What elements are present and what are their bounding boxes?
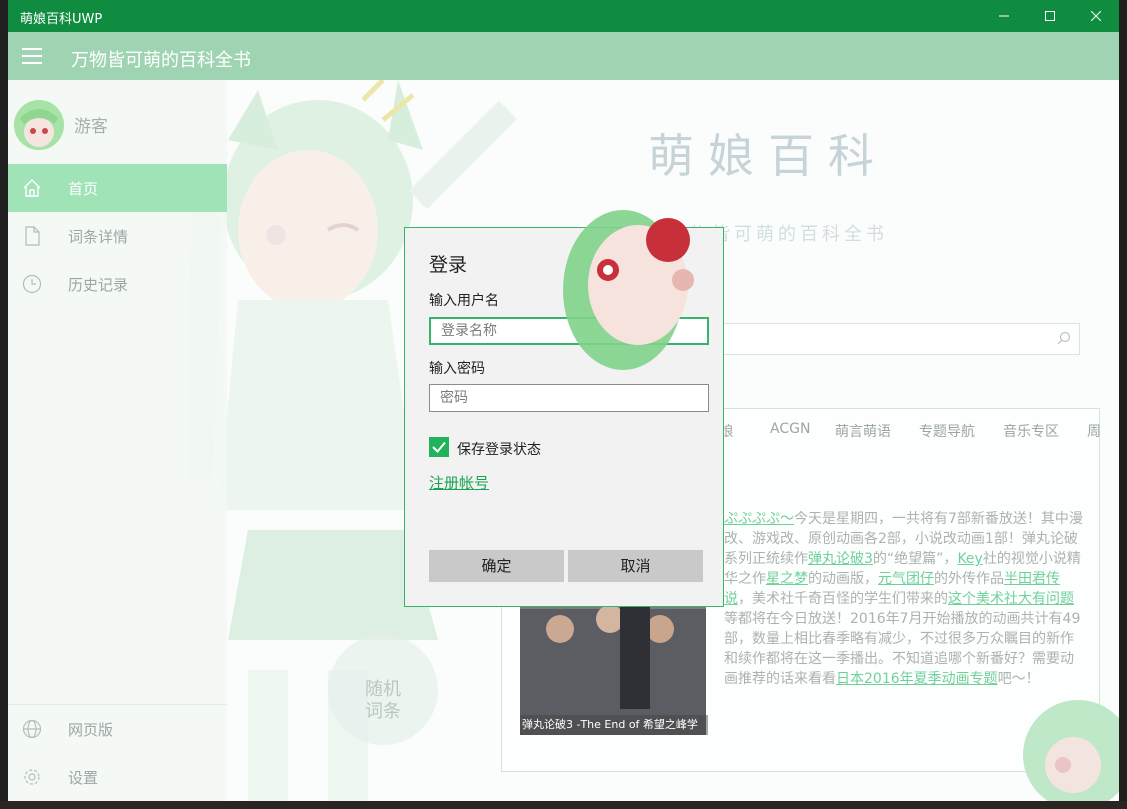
confirm-button[interactable]: 确定 bbox=[429, 550, 564, 582]
register-link[interactable]: 注册帐号 bbox=[429, 472, 489, 493]
dialog-mascot-illustration bbox=[563, 210, 694, 370]
tab-music[interactable]: 音乐专区 bbox=[1003, 421, 1059, 441]
username-label: 输入用户名 bbox=[429, 293, 499, 309]
app-window: 萌娘百科UWP 万物皆可萌的百科全书 萌娘百科 万物皆可萌的百科全书 ACGN … bbox=[8, 0, 1119, 801]
desktop-background-strip bbox=[0, 801, 1127, 809]
clock-icon bbox=[22, 274, 42, 294]
avatar-image bbox=[14, 100, 64, 150]
tab-weekly[interactable]: 周 bbox=[1087, 421, 1101, 441]
search-icon[interactable] bbox=[1057, 331, 1071, 345]
search-input[interactable] bbox=[708, 323, 1080, 355]
tab-topic-nav[interactable]: 专题导航 bbox=[919, 421, 975, 441]
news-link[interactable]: 弹丸论破3 bbox=[808, 551, 873, 567]
remember-login-label: 保存登录状态 bbox=[457, 442, 541, 458]
document-icon bbox=[25, 226, 40, 246]
sidebar-item-label: 历史记录 bbox=[68, 276, 129, 294]
header-title: 万物皆可萌的百科全书 bbox=[71, 50, 251, 71]
home-icon bbox=[23, 179, 41, 197]
news-link[interactable]: 日本2016年夏季动画专题 bbox=[836, 671, 998, 687]
sidebar-item-label: 网页版 bbox=[68, 721, 114, 739]
app-header: 万物皆可萌的百科全书 bbox=[8, 32, 1119, 80]
corner-mascot-illustration bbox=[1023, 700, 1119, 801]
globe-icon bbox=[22, 719, 42, 739]
sidebar-item-web-version[interactable]: 网页版 bbox=[8, 705, 227, 753]
gear-icon bbox=[24, 769, 40, 785]
maximize-button[interactable] bbox=[1027, 0, 1073, 32]
sidebar-item-label: 词条详情 bbox=[68, 228, 129, 246]
random-entry-line2: 词条 bbox=[365, 701, 401, 722]
close-button[interactable] bbox=[1073, 0, 1119, 32]
sidebar-item-label: 设置 bbox=[68, 769, 99, 787]
sidebar-item-home[interactable]: 首页 bbox=[8, 164, 227, 212]
password-label: 输入密码 bbox=[429, 361, 485, 377]
hamburger-menu-icon[interactable] bbox=[22, 48, 42, 64]
user-avatar[interactable] bbox=[14, 100, 64, 150]
news-link[interactable]: 这个美术社大有问题 bbox=[948, 591, 1074, 607]
dialog-title: 登录 bbox=[429, 254, 468, 276]
tab-acgn[interactable]: ACGN bbox=[770, 421, 810, 437]
username[interactable]: 游客 bbox=[74, 112, 108, 137]
title-bar[interactable]: 萌娘百科UWP bbox=[8, 0, 1119, 32]
news-text: ぷぷぷぷ～今天是星期四，一共将有7部新番放送！其中漫改、游戏改、原创动画各2部，… bbox=[724, 511, 1083, 687]
sidebar-item-entry-details[interactable]: 词条详情 bbox=[8, 212, 227, 260]
news-link[interactable]: 元气团仔 bbox=[878, 571, 934, 587]
thumbnail-caption: 弹丸论破3 -The End of 希望之峰学 bbox=[520, 715, 708, 735]
sidebar-item-label: 首页 bbox=[68, 180, 99, 198]
minimize-button[interactable] bbox=[981, 0, 1027, 32]
news-link[interactable]: ぷぷぷぷ～ bbox=[724, 511, 794, 527]
news-link[interactable]: Key bbox=[957, 551, 982, 567]
cancel-button[interactable]: 取消 bbox=[568, 550, 703, 582]
logo-title: 萌娘百科 bbox=[648, 129, 888, 183]
news-link[interactable]: 星之梦 bbox=[766, 571, 808, 587]
maximize-icon bbox=[1045, 11, 1055, 21]
sidebar-item-settings[interactable]: 设置 bbox=[8, 753, 227, 801]
sidebar-item-history[interactable]: 历史记录 bbox=[8, 260, 227, 308]
window-title: 萌娘百科UWP bbox=[20, 12, 103, 27]
sidebar: 游客 首页 词条详情 历史记录 网页版 设置 bbox=[8, 80, 227, 801]
random-entry-button[interactable]: 随机 词条 bbox=[328, 635, 438, 745]
checkmark-icon bbox=[432, 441, 446, 453]
minimize-icon bbox=[999, 15, 1009, 17]
tab-moe-quotes[interactable]: 萌言萌语 bbox=[835, 421, 891, 441]
close-icon bbox=[1091, 11, 1101, 21]
remember-login-checkbox[interactable] bbox=[429, 437, 449, 457]
